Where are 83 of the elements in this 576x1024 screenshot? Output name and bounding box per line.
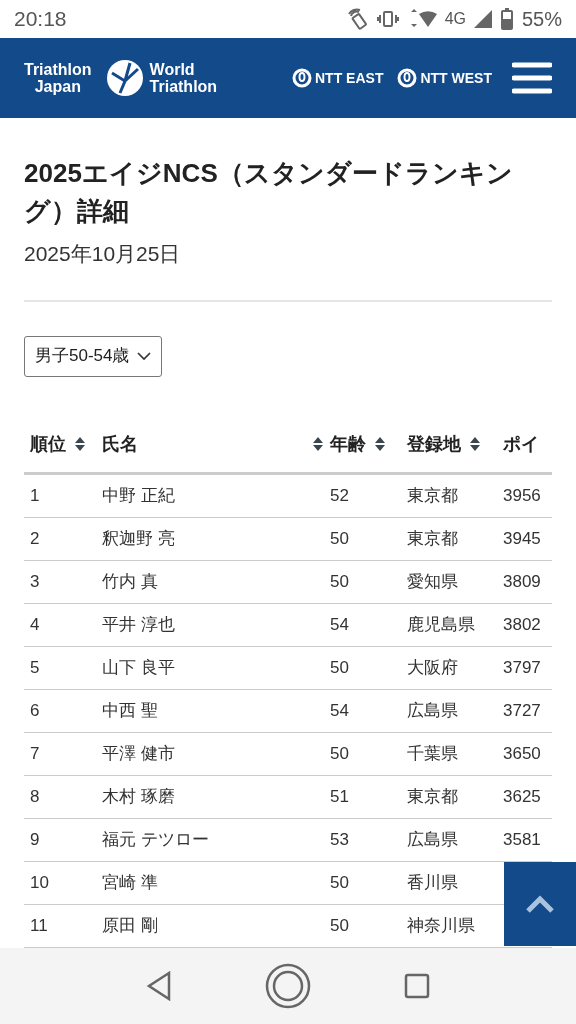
world-triathlon-logo[interactable]: World Triathlon bbox=[105, 59, 218, 97]
rank-cell: 7 bbox=[30, 743, 40, 763]
name-cell: 中西 聖 bbox=[102, 700, 158, 720]
signal-icon bbox=[473, 10, 492, 28]
name-cell: 山下 良平 bbox=[102, 657, 175, 677]
region-cell: 愛知県 bbox=[407, 571, 458, 591]
age-cell: 50 bbox=[330, 528, 349, 548]
rank-cell: 8 bbox=[30, 786, 40, 806]
age-cell: 54 bbox=[330, 614, 349, 634]
network-type: 4G bbox=[444, 9, 466, 29]
home-icon[interactable] bbox=[265, 963, 311, 1009]
sponsor-logo[interactable]: NTT EAST bbox=[292, 67, 384, 89]
triathlon-japan-logo[interactable]: Triathlon Japan bbox=[24, 61, 92, 95]
points-cell: 3945 bbox=[503, 528, 541, 548]
name-cell: 中野 正紀 bbox=[102, 485, 175, 505]
rank-cell: 1 bbox=[30, 485, 40, 505]
region-cell: 東京都 bbox=[407, 786, 458, 806]
age-cell: 54 bbox=[330, 700, 349, 720]
vibrate-icon bbox=[376, 10, 399, 28]
column-header[interactable]: 登録地 bbox=[407, 430, 461, 458]
column-header[interactable]: 年齢 bbox=[330, 430, 366, 458]
sort-icon[interactable] bbox=[312, 436, 324, 452]
scroll-top-button[interactable] bbox=[504, 862, 576, 946]
battery-icon bbox=[499, 8, 514, 30]
rank-cell: 10 bbox=[30, 872, 49, 892]
rank-cell: 3 bbox=[30, 571, 40, 591]
column-header[interactable]: ポイ bbox=[503, 430, 539, 458]
column-header[interactable]: 順位 bbox=[30, 430, 66, 458]
page-date: 2025年10月25日 bbox=[24, 241, 182, 267]
points-cell: 3727 bbox=[503, 700, 541, 720]
rank-cell: 11 bbox=[30, 915, 48, 935]
rank-cell: 6 bbox=[30, 700, 40, 720]
chevron-down-icon bbox=[137, 351, 152, 361]
region-cell: 香川県 bbox=[407, 872, 458, 892]
menu-icon[interactable] bbox=[512, 62, 552, 94]
age-cell: 50 bbox=[330, 743, 349, 763]
sort-icon[interactable] bbox=[469, 436, 481, 452]
name-cell: 平井 淳也 bbox=[102, 614, 175, 634]
name-cell: 原田 剛 bbox=[102, 915, 158, 935]
age-cell: 50 bbox=[330, 915, 349, 935]
age-cell: 50 bbox=[330, 571, 349, 591]
page-title: 2025エイジNCS（スタンダードランキング）詳細 bbox=[24, 157, 514, 228]
battery-level: 55% bbox=[521, 7, 562, 32]
age-cell: 52 bbox=[330, 485, 349, 505]
name-cell: 釈迦野 亮 bbox=[102, 528, 175, 548]
sort-icon[interactable] bbox=[374, 436, 386, 452]
points-cell: 3797 bbox=[503, 657, 541, 677]
name-cell: 宮崎 準 bbox=[102, 872, 158, 892]
column-header[interactable]: 氏名 bbox=[102, 430, 138, 458]
rank-cell: 4 bbox=[30, 614, 40, 634]
name-cell: 竹内 真 bbox=[102, 571, 158, 591]
status-time: 20:18 bbox=[14, 6, 67, 33]
rank-cell: 9 bbox=[30, 829, 40, 849]
age-cell: 50 bbox=[330, 872, 349, 892]
nfc-icon bbox=[346, 8, 369, 30]
recents-icon[interactable] bbox=[403, 973, 430, 999]
name-cell: 平澤 健市 bbox=[102, 743, 175, 763]
rank-cell: 2 bbox=[30, 528, 40, 548]
chevron-up-icon bbox=[525, 894, 555, 914]
region-cell: 広島県 bbox=[407, 829, 458, 849]
region-cell: 鹿児島県 bbox=[407, 614, 475, 634]
points-cell: 3650 bbox=[503, 743, 541, 763]
region-cell: 千葉県 bbox=[407, 743, 458, 763]
name-cell: 福元 テツロー bbox=[102, 829, 209, 849]
rank-cell: 5 bbox=[30, 657, 40, 677]
age-cell: 51 bbox=[330, 786, 349, 806]
region-cell: 東京都 bbox=[407, 485, 458, 505]
sort-icon[interactable] bbox=[74, 436, 86, 452]
points-cell: 3802 bbox=[503, 614, 541, 634]
region-cell: 東京都 bbox=[407, 528, 458, 548]
sponsor-logo[interactable]: NTT WEST bbox=[397, 67, 492, 89]
category-select[interactable]: 男子50-54歳 bbox=[24, 335, 163, 377]
name-cell: 木村 琢磨 bbox=[102, 786, 175, 806]
points-cell: 3625 bbox=[503, 786, 541, 806]
points-cell: 3581 bbox=[503, 829, 541, 849]
age-cell: 53 bbox=[330, 829, 349, 849]
points-cell: 3956 bbox=[503, 485, 541, 505]
region-cell: 広島県 bbox=[407, 700, 458, 720]
points-cell: 3809 bbox=[503, 571, 541, 591]
region-cell: 神奈川県 bbox=[407, 915, 475, 935]
age-cell: 50 bbox=[330, 657, 349, 677]
back-icon[interactable] bbox=[146, 971, 173, 1001]
region-cell: 大阪府 bbox=[407, 657, 458, 677]
